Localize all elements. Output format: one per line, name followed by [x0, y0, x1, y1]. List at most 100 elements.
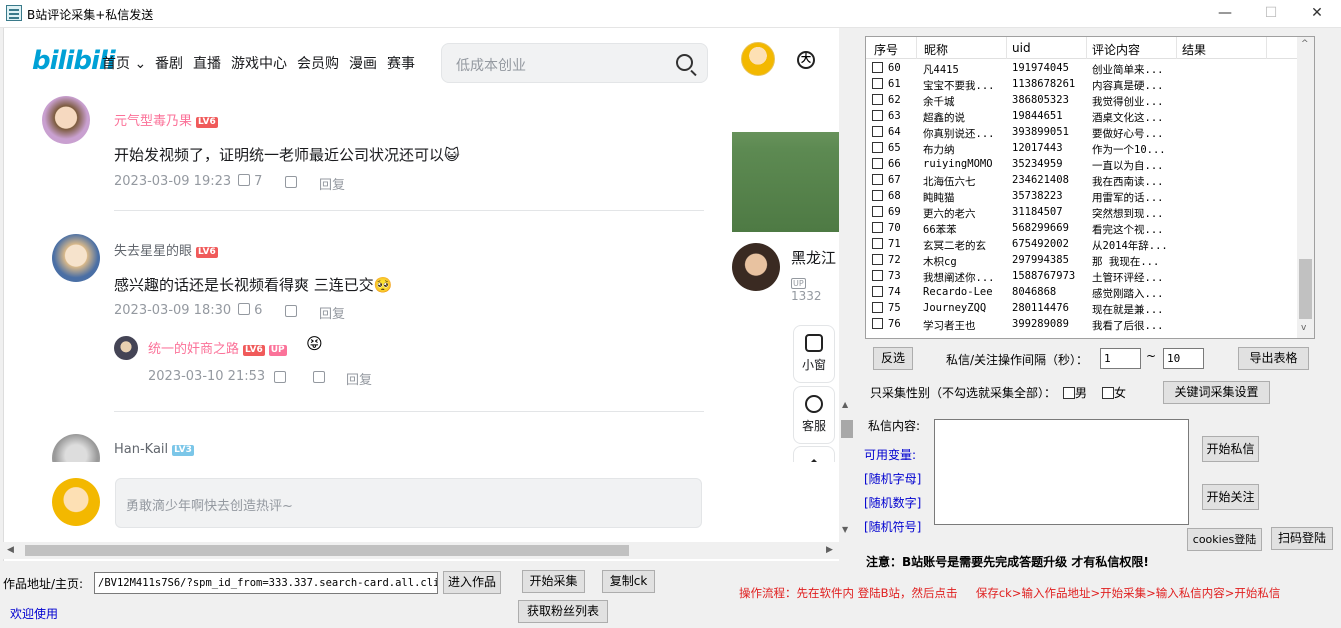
scroll-down-icon[interactable]: ▼ — [842, 525, 848, 534]
column-header[interactable]: 结果 — [1182, 41, 1206, 58]
table-row[interactable]: 64 你真别说还... 393899051 要做好心号... — [866, 125, 1298, 141]
like-button[interactable] — [274, 371, 286, 385]
column-separator[interactable] — [1176, 37, 1177, 59]
table-row[interactable]: 67 北海伍六七 234621408 我在西南读... — [866, 173, 1298, 189]
avatar[interactable] — [741, 42, 775, 76]
reply-button[interactable]: 回复 — [319, 303, 345, 322]
comment-avatar[interactable] — [42, 96, 90, 144]
close-button[interactable]: ✕ — [1294, 0, 1340, 28]
horizontal-scrollbar[interactable]: ◀ ▶ — [3, 542, 839, 559]
vertical-scrollbar[interactable]: ^ v — [1297, 37, 1314, 338]
column-separator[interactable] — [1006, 37, 1007, 59]
dislike-button[interactable] — [285, 305, 297, 319]
scroll-down-icon[interactable]: v — [1301, 323, 1306, 333]
keyword-settings-button[interactable]: 关键词采集设置 — [1163, 381, 1270, 404]
column-separator[interactable] — [916, 37, 917, 59]
table-row[interactable]: 75 JourneyZQQ 280114476 现在就是兼... — [866, 301, 1298, 317]
cookies-login-button[interactable]: cookies登陆 — [1187, 528, 1262, 551]
table-row[interactable]: 68 盹盹猫 35738223 用雷军的话... — [866, 189, 1298, 205]
row-checkbox[interactable] — [872, 238, 883, 249]
row-checkbox[interactable] — [872, 254, 883, 265]
comment-avatar[interactable] — [52, 234, 100, 282]
row-checkbox[interactable] — [872, 190, 883, 201]
search-icon[interactable] — [676, 54, 693, 71]
table-row[interactable]: 73 我想阐述你... 1588767973 土管环评经... — [866, 269, 1298, 285]
interval-min-input[interactable]: 1 — [1100, 348, 1141, 369]
start-collect-button[interactable]: 开始采集 — [522, 570, 585, 593]
row-checkbox[interactable] — [872, 222, 883, 233]
row-checkbox[interactable] — [872, 78, 883, 89]
female-checkbox[interactable]: 女 — [1102, 384, 1126, 401]
table-row[interactable]: 74 Recardo-Lee 8046868 感觉刚踏入... — [866, 285, 1298, 301]
dislike-button[interactable] — [313, 371, 325, 385]
avatar[interactable] — [732, 243, 780, 291]
recommend-name[interactable]: 黑龙江 — [791, 247, 836, 268]
like-button[interactable]: 6 — [238, 303, 262, 318]
variable-random-symbol[interactable]: [随机符号] — [864, 518, 921, 535]
table-row[interactable]: 62 余千城 386805323 我觉得创业... — [866, 93, 1298, 109]
reply-username[interactable]: 统一的奸商之路 LV6 UP — [148, 338, 287, 357]
row-checkbox[interactable] — [872, 286, 883, 297]
table-row[interactable]: 72 木枳cg 297994385 那 我现在... — [866, 253, 1298, 269]
comment-input[interactable]: 勇敢滴少年啊快去创造热评~ — [115, 478, 702, 528]
nav-manga[interactable]: 漫画 — [349, 53, 377, 73]
table-row[interactable]: 70 66苯苯 568299669 看完这个视... — [866, 221, 1298, 237]
interval-max-input[interactable]: 10 — [1163, 348, 1204, 369]
table-row[interactable]: 71 玄冥二老的玄 675492002 从2014年辞... — [866, 237, 1298, 253]
column-header[interactable]: uid — [1012, 41, 1031, 55]
column-header[interactable]: 序号 — [874, 41, 898, 58]
get-fans-list-button[interactable]: 获取粉丝列表 — [518, 600, 608, 623]
comment-username[interactable]: Han-Kail LV3 — [114, 442, 194, 457]
data-table[interactable]: 序号 昵称 uid 评论内容 结果 60 凡4415 191974045 创业简单来.… — [865, 36, 1315, 339]
scrollbar-thumb[interactable] — [841, 420, 853, 438]
row-checkbox[interactable] — [872, 94, 883, 105]
scrollbar-thumb[interactable] — [1299, 259, 1312, 319]
scroll-left-icon[interactable]: ◀ — [7, 545, 14, 555]
message-textarea[interactable] — [934, 419, 1189, 525]
scroll-up-icon[interactable]: ^ — [1301, 39, 1309, 49]
row-checkbox[interactable] — [872, 126, 883, 137]
url-input[interactable]: /BV12M411s7S6/?spm_id_from=333.337.searc… — [94, 572, 438, 594]
table-row[interactable]: 69 更六的老六 31184507 突然想到现... — [866, 205, 1298, 221]
comment-username[interactable]: 失去星星的眼 LV6 — [114, 240, 218, 259]
reply-avatar[interactable] — [114, 336, 138, 360]
table-row[interactable]: 60 凡4415 191974045 创业简单来... — [866, 61, 1298, 77]
minimize-button[interactable]: — — [1202, 0, 1248, 28]
column-separator[interactable] — [1086, 37, 1087, 59]
column-header[interactable]: 昵称 — [924, 41, 948, 58]
qr-login-button[interactable]: 扫码登陆 — [1271, 527, 1333, 550]
customer-service-button[interactable]: 客服 — [793, 386, 835, 444]
scroll-right-icon[interactable]: ▶ — [826, 545, 833, 555]
row-checkbox[interactable] — [872, 206, 883, 217]
like-button[interactable]: 7 — [238, 174, 262, 189]
row-checkbox[interactable] — [872, 302, 883, 313]
table-row[interactable]: 63 超鑫的说 19844651 酒桌文化这... — [866, 109, 1298, 125]
comment-username[interactable]: 元气型毒乃果 LV6 — [114, 110, 218, 129]
row-checkbox[interactable] — [872, 158, 883, 169]
row-checkbox[interactable] — [872, 110, 883, 121]
row-checkbox[interactable] — [872, 270, 883, 281]
male-checkbox[interactable]: 男 — [1063, 384, 1087, 401]
copy-ck-button[interactable]: 复制ck — [602, 570, 655, 593]
big-member-icon[interactable]: 大 — [797, 51, 815, 69]
variable-random-letter[interactable]: [随机字母] — [864, 470, 921, 487]
export-table-button[interactable]: 导出表格 — [1238, 347, 1309, 370]
nav-mall[interactable]: 会员购 — [297, 53, 339, 73]
row-checkbox[interactable] — [872, 62, 883, 73]
table-row[interactable]: 76 学习者王也 399289089 我看了后很... — [866, 317, 1298, 333]
dislike-button[interactable] — [285, 176, 297, 190]
column-separator[interactable] — [1266, 37, 1267, 59]
row-checkbox[interactable] — [872, 318, 883, 329]
search-input[interactable]: 低成本创业 — [441, 43, 708, 83]
scroll-up-icon[interactable]: ▲ — [842, 400, 848, 409]
table-row[interactable]: 66 ruiyingMOMO 35234959 一直以为自... — [866, 157, 1298, 173]
nav-esports[interactable]: 赛事 — [387, 53, 415, 73]
table-row[interactable]: 61 宝宝不要我... 1138678261 内容真是硬... — [866, 77, 1298, 93]
table-row[interactable]: 65 布力纳 12017443 作为一个10... — [866, 141, 1298, 157]
row-checkbox[interactable] — [872, 174, 883, 185]
row-checkbox[interactable] — [872, 142, 883, 153]
nav-home[interactable]: 首页 ⌄ — [102, 53, 146, 73]
mini-window-button[interactable]: 小窗 — [793, 325, 835, 383]
invert-selection-button[interactable]: 反选 — [873, 347, 913, 370]
reply-button[interactable]: 回复 — [319, 174, 345, 193]
